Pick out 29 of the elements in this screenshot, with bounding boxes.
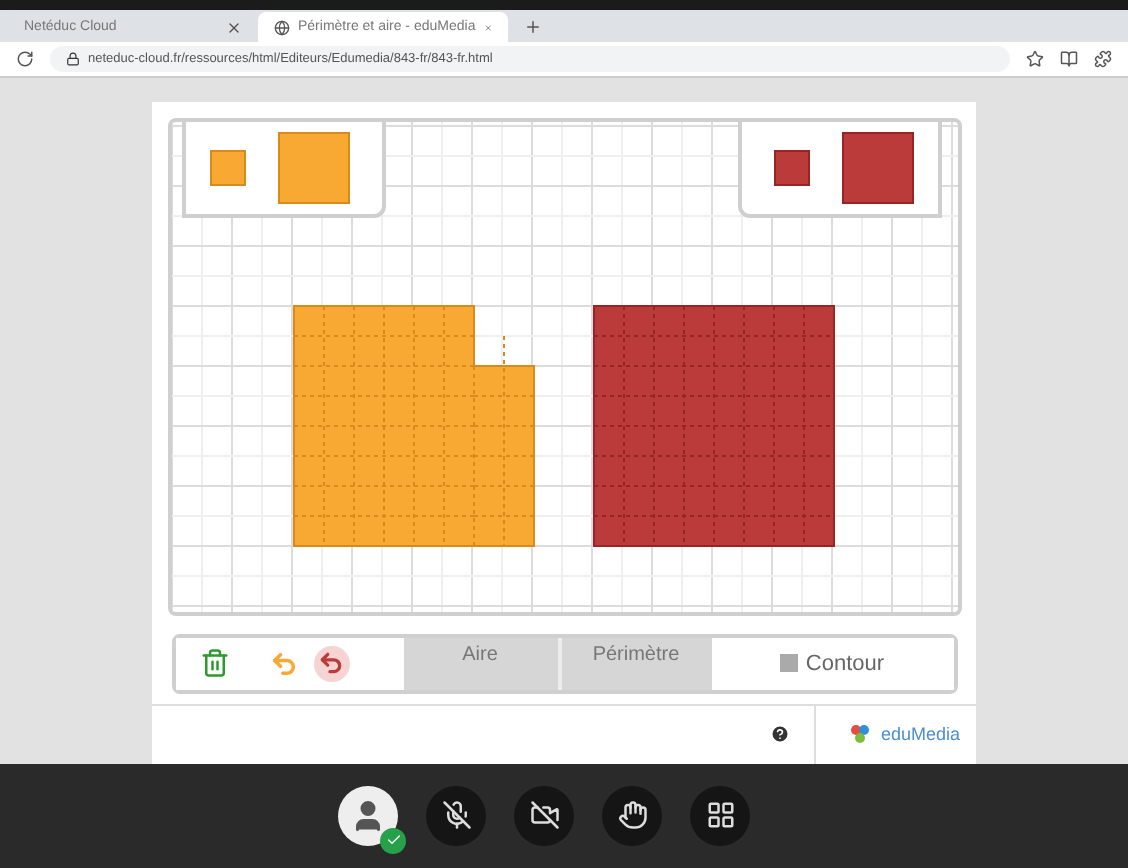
grid-icon: [705, 800, 735, 831]
small-square-tile[interactable]: [773, 149, 809, 186]
help-icon[interactable]: [770, 724, 791, 745]
large-square-tile[interactable]: [277, 131, 349, 204]
extension-icon[interactable]: [1094, 50, 1112, 69]
small-square-tile[interactable]: [209, 149, 245, 186]
contour-checkbox[interactable]: Contour: [711, 637, 953, 690]
mic-off-button[interactable]: [426, 785, 486, 846]
layout-button[interactable]: [690, 785, 750, 846]
hand-icon: [617, 800, 647, 831]
globe-icon: [274, 19, 290, 36]
mic-off-icon: [441, 800, 471, 831]
status-badge: [380, 827, 406, 854]
camera-off-button[interactable]: [514, 785, 574, 846]
camera-off-icon: [529, 800, 559, 831]
reader-icon[interactable]: [1060, 50, 1078, 69]
notched-shape[interactable]: [292, 304, 534, 547]
reload-icon[interactable]: [16, 50, 34, 69]
star-icon[interactable]: [1026, 50, 1044, 69]
person-icon: [350, 797, 386, 834]
logo-icon: [848, 722, 873, 747]
edumedia-logo[interactable]: eduMedia: [880, 721, 960, 748]
new-tab-icon[interactable]: [524, 18, 542, 37]
undo-icon[interactable]: [313, 645, 349, 682]
large-square-tile[interactable]: [841, 131, 913, 204]
lock-icon: [66, 52, 80, 67]
raise-hand-button[interactable]: [602, 785, 662, 846]
close-icon[interactable]: [226, 19, 242, 36]
trash-icon[interactable]: [199, 648, 229, 679]
